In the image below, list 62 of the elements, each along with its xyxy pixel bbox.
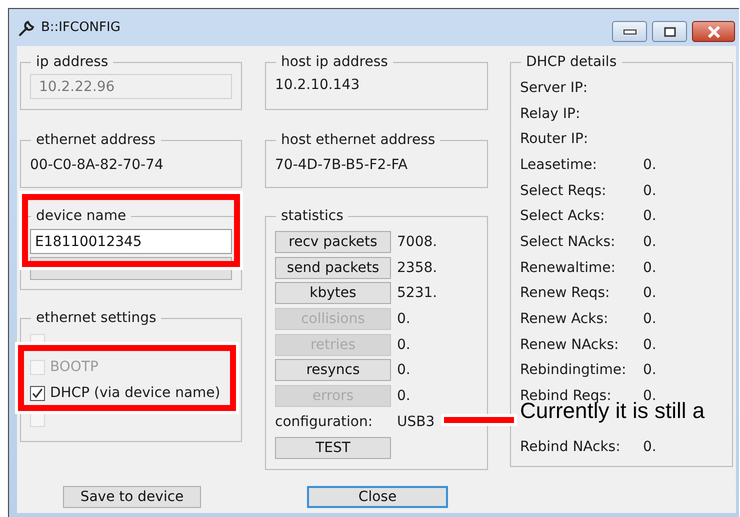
stat-value: 7008. [397,234,438,250]
detail-value: 0. [643,285,656,302]
stat-value: 5231. [397,285,438,302]
stat-value: 2358. [397,260,438,276]
maximize-icon [664,26,676,36]
group-label: DHCP details [525,54,618,70]
group-label: statistics [280,208,344,224]
detail-value: 0. [643,311,656,328]
address-value: 10.2.10.143 [275,76,361,94]
group-label: device name [35,208,128,224]
minimize-button[interactable] [612,21,647,42]
address-value: 70-4D-7B-B5-F2-FA [275,156,409,174]
detail-value: 0. [643,362,656,378]
checkbox-label: DHCP (via device name) [50,385,220,401]
window-close-button[interactable] [692,21,735,42]
detail-value: 0. [643,234,656,250]
input-field[interactable]: E18110012345 [30,229,232,254]
address-value: 00-C0-8A-82-70-74 [30,156,164,174]
group-label: ethernet settings [35,310,158,326]
detail-label: Renew NAcks: [520,336,620,353]
detail-value: 0. [643,208,656,224]
maximize-button[interactable] [652,21,687,42]
detail-label: Relay IP: [520,106,582,122]
config-label: configuration: [275,414,374,430]
detail-value: 0. [643,156,656,173]
stat-value: 0. [397,336,410,353]
detail-value: 0. [643,260,656,276]
checkbox[interactable] [30,386,45,400]
detail-label: Select NAcks: [520,234,616,250]
detail-label: Rebind NAcks: [520,439,622,456]
detail-value: 0. [643,439,656,456]
detail-label: Router IP: [520,131,590,148]
stat-button[interactable]: kbytes [275,282,391,304]
detail-label: Select Acks: [520,208,606,224]
stat-value: 0. [397,388,410,404]
stat-value: 0. [397,362,410,378]
stat-value: 0. [397,311,410,328]
stat-value: USB3 [397,414,435,430]
detail-label: Leasetime: [520,156,598,173]
stat-button[interactable]: recv packets [275,231,391,253]
detail-label: Renew Reqs: [520,285,611,302]
stat-button[interactable]: resyncs [275,359,391,382]
detail-label: Server IP: [520,80,589,96]
detail-value: 0. [643,182,656,199]
stat-button[interactable]: TEST [275,436,391,458]
group-label: host ip address [280,54,389,70]
detail-value: 0. [643,388,656,404]
group-label: ip address [35,54,110,70]
group-label: host ethernet address [280,132,436,148]
checkbox-label: BOOTP [50,359,98,375]
dialog-button[interactable]: Save to device [63,486,201,508]
close-icon [706,26,720,38]
detail-label: Rebindingtime: [520,362,628,378]
minimize-icon [622,28,636,34]
detail-label: Renewaltime: [520,260,616,276]
detail-value: 0. [643,336,656,353]
stat-button[interactable]: send packets [275,256,391,279]
group-label: ethernet address [35,132,157,148]
window-title: B::IFCONFIG [41,20,120,35]
detail-label: Select Reqs: [520,182,608,199]
dialog-button[interactable]: Close [307,486,448,508]
detail-label: Renew Acks: [520,311,610,328]
